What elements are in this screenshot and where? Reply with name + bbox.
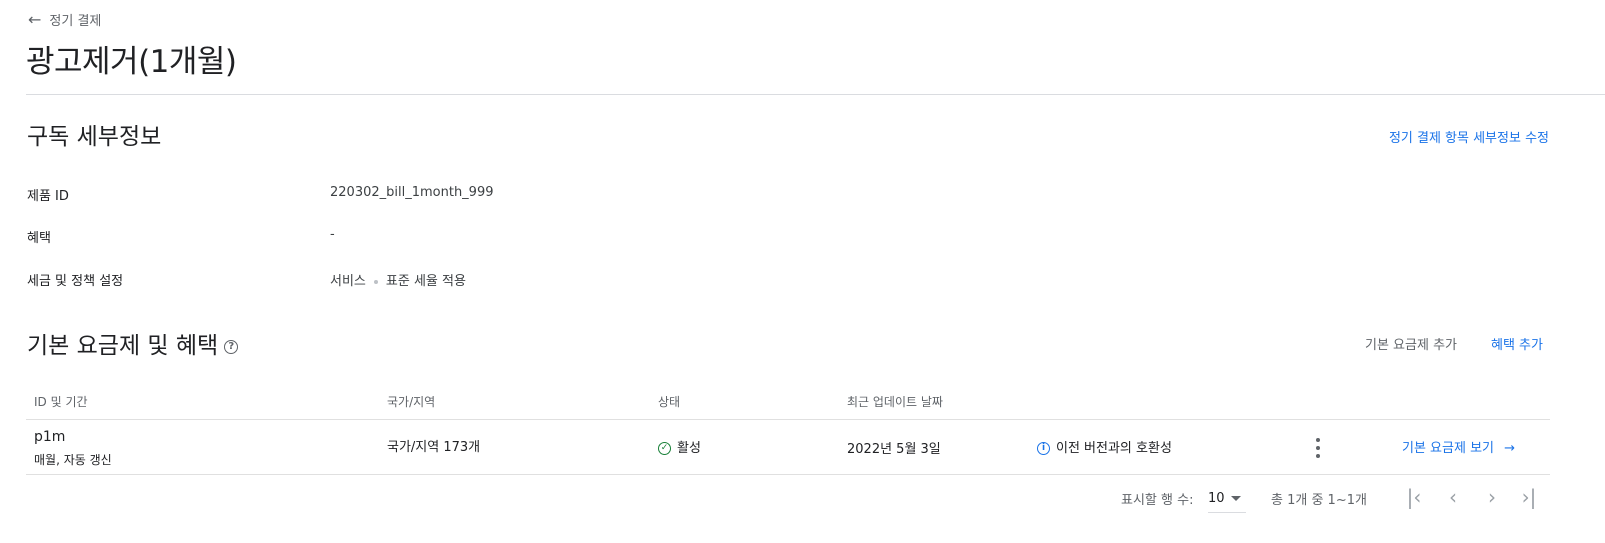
separator-dot: [373, 279, 378, 284]
column-header-id-period: ID 및 기간: [34, 395, 88, 409]
page-title: 광고제거(1개월): [26, 44, 237, 80]
add-offer-button[interactable]: 혜택 추가: [1491, 334, 1543, 353]
column-header-updated: 최근 업데이트 날짜: [847, 395, 943, 409]
status-text: 활성: [677, 441, 701, 456]
pagination-range: 총 1개 중 1~1개: [1271, 493, 1367, 508]
arrow-left-icon: ←: [28, 9, 42, 29]
back-label: 정기 결제: [49, 14, 102, 29]
divider: [26, 94, 1605, 95]
section-title-base-plans: 기본 요금제 및 혜택?: [27, 326, 239, 360]
edit-subscription-details-link[interactable]: 정기 결제 항목 세부정보 수정: [1389, 127, 1549, 146]
add-base-plan-button[interactable]: 기본 요금제 추가: [1365, 334, 1457, 353]
column-header-regions: 국가/지역: [387, 395, 436, 409]
info-icon: i: [1037, 442, 1050, 455]
view-base-plan-label: 기본 요금제 보기: [1402, 441, 1494, 456]
more-options-icon[interactable]: [1316, 438, 1322, 458]
tax-policy-value: 서비스 표준 세율 적용: [330, 270, 466, 289]
product-id-label: 제품 ID: [27, 189, 69, 204]
tax-rate-value: 표준 세율 적용: [385, 274, 466, 289]
arrow-right-icon: →: [1504, 441, 1516, 456]
compat-status: i 이전 버전과의 호환성: [1037, 437, 1172, 456]
base-plan-regions: 국가/지역 173개: [387, 440, 481, 455]
benefits-label: 혜택: [27, 231, 51, 246]
back-link[interactable]: ← 정기 결제: [28, 10, 101, 29]
tax-policy-label: 세금 및 정책 설정: [27, 274, 124, 289]
base-plans-title-text: 기본 요금제 및 혜택: [27, 333, 219, 359]
last-page-icon[interactable]: ›|: [1518, 484, 1540, 510]
tax-category-value: 서비스: [330, 274, 366, 289]
chevron-down-icon: [1230, 495, 1241, 501]
rows-per-page-select[interactable]: 10: [1208, 484, 1246, 513]
first-page-icon[interactable]: |‹: [1403, 484, 1425, 510]
next-page-icon[interactable]: ›: [1481, 484, 1503, 510]
rows-per-page-value: 10: [1208, 490, 1225, 506]
rows-per-page-label: 표시할 행 수:: [1121, 493, 1194, 508]
benefits-value: -: [330, 227, 335, 242]
product-id-value: 220302_bill_1month_999: [330, 185, 494, 200]
view-base-plan-link[interactable]: 기본 요금제 보기 →: [1402, 437, 1515, 456]
previous-page-icon[interactable]: ‹: [1442, 484, 1464, 510]
base-plan-id: p1m: [34, 429, 66, 445]
check-circle-icon: ✓: [658, 442, 671, 455]
base-plan-period: 매월, 자동 갱신: [34, 453, 112, 467]
compat-text: 이전 버전과의 호환성: [1056, 441, 1172, 456]
column-header-status: 상태: [658, 395, 681, 409]
status-badge: ✓ 활성: [658, 437, 701, 456]
base-plan-updated-date: 2022년 5월 3일: [847, 442, 941, 457]
table-footer-divider: [26, 474, 1550, 475]
help-circle-icon[interactable]: ?: [224, 339, 239, 354]
section-title-subscription-details: 구독 세부정보: [27, 124, 162, 150]
